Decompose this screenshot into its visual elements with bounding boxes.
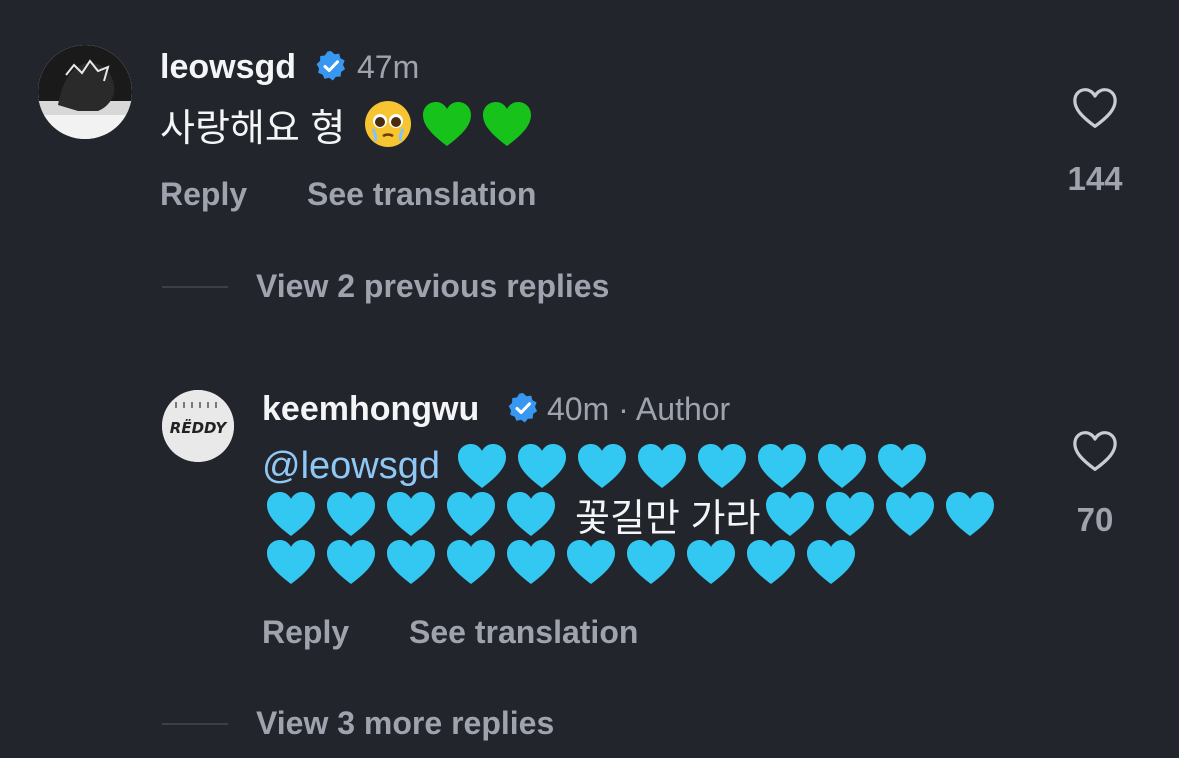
like-count: 70 xyxy=(1076,501,1114,538)
light-blue-heart-emoji xyxy=(385,490,437,538)
light-blue-heart-emoji xyxy=(884,490,936,538)
reply-button[interactable]: Reply xyxy=(262,614,349,651)
verified-badge-icon xyxy=(507,392,539,424)
light-blue-heart-emoji xyxy=(505,538,557,586)
light-blue-heart-emoji xyxy=(505,490,557,538)
light-blue-heart-emoji xyxy=(876,442,928,490)
light-blue-heart-emoji xyxy=(824,490,876,538)
timestamp: 47m xyxy=(357,49,420,85)
comment-body: 꽃길만 가라 xyxy=(575,497,761,540)
verified-badge-icon xyxy=(315,50,347,82)
heart-outline-icon[interactable] xyxy=(1071,86,1119,130)
comment-line-1: @leowsgd xyxy=(262,440,936,492)
view-more-replies-button[interactable]: View 3 more replies xyxy=(256,705,554,742)
username[interactable]: leowsgd xyxy=(160,48,296,87)
pleading-face-emoji xyxy=(365,101,412,147)
comment-body: 사랑해요 형 xyxy=(160,107,346,150)
light-blue-heart-emoji xyxy=(685,538,737,586)
mention-link[interactable]: @leowsgd xyxy=(262,445,440,488)
light-blue-heart-emoji xyxy=(745,538,797,586)
light-blue-heart-emoji xyxy=(696,442,748,490)
light-blue-heart-emoji xyxy=(636,442,688,490)
divider xyxy=(162,286,228,288)
light-blue-heart-emoji xyxy=(516,442,568,490)
light-blue-heart-emoji xyxy=(325,490,377,538)
green-heart-emoji xyxy=(481,100,533,148)
view-previous-replies-button[interactable]: View 2 previous replies xyxy=(256,268,609,305)
comment-line-2: 꽃길만 가라 xyxy=(265,488,1004,540)
avatar-photo xyxy=(38,45,132,139)
green-heart-emoji xyxy=(421,100,473,148)
light-blue-heart-emoji xyxy=(265,538,317,586)
light-blue-heart-emoji xyxy=(565,538,617,586)
light-blue-heart-emoji xyxy=(764,490,816,538)
light-blue-heart-emoji xyxy=(445,538,497,586)
light-blue-heart-emoji xyxy=(805,538,857,586)
heart-outline-icon[interactable] xyxy=(1071,429,1119,473)
avatar-photo: RËDDY xyxy=(162,390,234,462)
avatar-logo-text: RËDDY xyxy=(170,418,229,437)
light-blue-heart-emoji xyxy=(944,490,996,538)
light-blue-heart-emoji xyxy=(325,538,377,586)
light-blue-heart-emoji xyxy=(265,490,317,538)
avatar[interactable]: RËDDY xyxy=(162,390,234,462)
avatar[interactable] xyxy=(38,45,132,139)
light-blue-heart-emoji xyxy=(385,538,437,586)
timestamp-author: 40m · Author xyxy=(547,391,731,427)
divider xyxy=(162,723,228,725)
light-blue-heart-emoji xyxy=(456,442,508,490)
username[interactable]: keemhongwu xyxy=(262,390,479,429)
see-translation-button[interactable]: See translation xyxy=(409,614,638,651)
light-blue-heart-emoji xyxy=(445,490,497,538)
like-count: 144 xyxy=(1067,160,1123,197)
light-blue-heart-emoji xyxy=(756,442,808,490)
light-blue-heart-emoji xyxy=(625,538,677,586)
see-translation-button[interactable]: See translation xyxy=(307,176,536,213)
comment-text: 사랑해요 형 xyxy=(160,98,533,150)
light-blue-heart-emoji xyxy=(816,442,868,490)
reply-button[interactable]: Reply xyxy=(160,176,247,213)
comment-line-3 xyxy=(265,536,865,588)
light-blue-heart-emoji xyxy=(576,442,628,490)
